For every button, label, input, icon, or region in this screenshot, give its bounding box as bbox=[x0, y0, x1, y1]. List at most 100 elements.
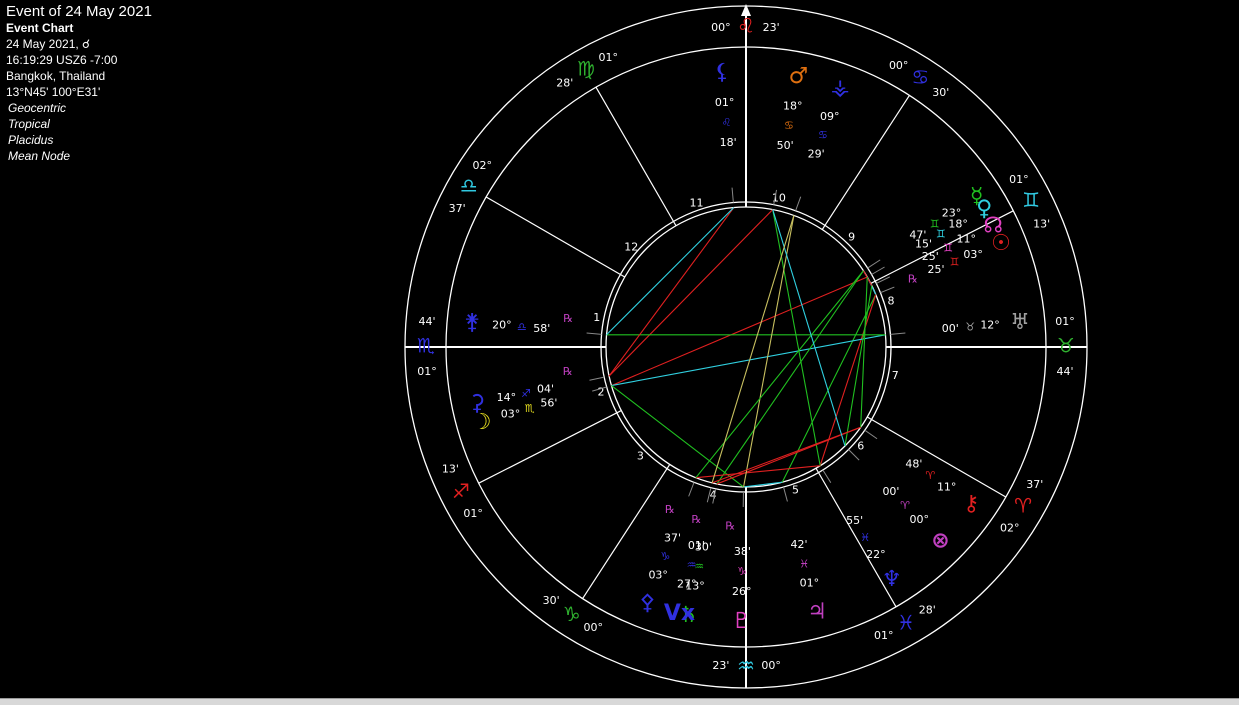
vertex-sign-icon: ♒ bbox=[687, 558, 697, 571]
cusp-minute: 44' bbox=[418, 315, 435, 328]
cusp-minute: 02° bbox=[473, 159, 493, 172]
aspect-line bbox=[696, 271, 864, 478]
cusp-degree: 01° bbox=[417, 365, 437, 378]
cusp-degree: 00° bbox=[761, 659, 781, 672]
cusp-degree: 01° bbox=[1009, 173, 1029, 186]
cusp-sign-icon: ♌ bbox=[737, 14, 755, 38]
node-minute: 25' bbox=[922, 250, 939, 263]
venus-degree: 18° bbox=[948, 218, 968, 231]
pallas-degree: 03° bbox=[648, 569, 668, 582]
aspect-line bbox=[861, 277, 868, 427]
lilith-sign-icon: ♌ bbox=[721, 116, 731, 129]
cusp-sign-icon: ♉ bbox=[1057, 334, 1075, 358]
vesta-minute: 29' bbox=[808, 147, 825, 160]
cusp-minute: 30' bbox=[543, 594, 560, 607]
mars-degree: 18° bbox=[783, 100, 803, 113]
uranus-glyph-icon: ♅ bbox=[1010, 310, 1030, 335]
house-11-number: 11 bbox=[690, 196, 704, 209]
vertex-degree: 27° bbox=[677, 578, 697, 591]
ceres-retrograde-icon: ℞ bbox=[563, 365, 573, 378]
aspect-line bbox=[773, 210, 845, 446]
house-cusp-line bbox=[486, 197, 625, 277]
cusp-degree: 28' bbox=[556, 76, 573, 89]
cusp-sign-icon: ♍ bbox=[577, 56, 595, 80]
cusp-minute: 01° bbox=[874, 629, 894, 642]
pluto-sign-icon: ♑ bbox=[737, 565, 747, 578]
house-cusp-line bbox=[596, 87, 676, 226]
aspect-line bbox=[611, 277, 867, 386]
aspect-line bbox=[609, 208, 734, 377]
node-sign-icon: ♊ bbox=[943, 241, 953, 254]
aspect-line bbox=[845, 286, 872, 446]
house-1-number: 1 bbox=[593, 311, 600, 324]
pluto-minute: 38' bbox=[734, 545, 751, 558]
jupiter-glyph-icon: ♃ bbox=[807, 600, 827, 625]
cusp-sign-icon: ♐ bbox=[452, 479, 470, 503]
chiron-degree: 11° bbox=[937, 481, 957, 494]
cusp-minute: 02° bbox=[1000, 521, 1020, 534]
house-9-number: 9 bbox=[848, 231, 855, 244]
aspect-line bbox=[782, 295, 876, 483]
vesta-glyph-icon: ⚶ bbox=[831, 76, 850, 101]
cusp-sign-icon: ♈ bbox=[1014, 494, 1032, 518]
fortune-glyph-icon: ⊗ bbox=[931, 528, 949, 553]
planet-tick bbox=[587, 333, 602, 334]
sun-degree: 03° bbox=[963, 248, 983, 261]
venus-sign-icon: ♊ bbox=[936, 228, 946, 241]
vertex-minute: 01' bbox=[688, 539, 705, 552]
pallas-glyph-icon: ⚴ bbox=[639, 591, 655, 616]
house-6-number: 6 bbox=[857, 440, 864, 453]
cusp-degree: 28' bbox=[919, 604, 936, 617]
cusp-minute: 13' bbox=[1033, 218, 1050, 231]
jupiter-degree: 01° bbox=[800, 577, 820, 590]
fortune-sign-icon: ♈ bbox=[900, 499, 910, 512]
pluto-retrograde-icon: ℞ bbox=[725, 519, 735, 532]
cusp-degree: 01° bbox=[1055, 315, 1075, 328]
planet-tick bbox=[589, 377, 604, 380]
cusp-sign-icon: ♋ bbox=[911, 65, 929, 89]
cusp-degree: 01° bbox=[463, 507, 483, 520]
lilith-minute: 18' bbox=[720, 136, 737, 149]
cusp-sign-icon: ♊ bbox=[1022, 188, 1040, 212]
jupiter-minute: 42' bbox=[791, 538, 808, 551]
planet-tick bbox=[784, 487, 788, 501]
cusp-degree: 00° bbox=[889, 59, 909, 72]
aspect-line bbox=[712, 215, 794, 482]
cusp-degree: 37' bbox=[449, 202, 466, 215]
cusp-minute: 13' bbox=[442, 462, 459, 475]
cusp-degree: 00° bbox=[711, 21, 731, 34]
vertex-glyph-icon: Vx bbox=[664, 601, 695, 626]
planet-tick bbox=[880, 287, 894, 293]
mars-glyph-icon: ♂ bbox=[789, 64, 809, 89]
pallas-retrograde-icon: ℞ bbox=[665, 503, 675, 516]
vesta-degree: 09° bbox=[820, 110, 840, 123]
lilith-glyph-icon: ⚸ bbox=[714, 60, 730, 85]
chart-wheel[interactable]: 109876543211211♌00°23'♋00°30'♊01°13'♉01°… bbox=[0, 0, 1239, 698]
chiron-sign-icon: ♈ bbox=[925, 469, 935, 482]
planet-tick bbox=[823, 470, 831, 483]
venus-minute: 15' bbox=[915, 238, 932, 251]
mars-minute: 50' bbox=[777, 139, 794, 152]
cusp-minute: 01° bbox=[598, 51, 618, 64]
sun-sign-icon: ♊ bbox=[950, 256, 960, 269]
ceres-sign-icon: ♐ bbox=[521, 387, 531, 400]
juno-sign-icon: ♎ bbox=[517, 320, 527, 333]
cusp-sign-icon: ♑ bbox=[563, 602, 581, 626]
neptune-sign-icon: ♓ bbox=[860, 531, 870, 544]
chiron-minute: 48' bbox=[905, 458, 922, 471]
juno-minute: 58' bbox=[533, 322, 550, 335]
fortune-minute: 00' bbox=[882, 485, 899, 498]
house-3-number: 3 bbox=[637, 449, 644, 462]
mars-sign-icon: ♋ bbox=[784, 119, 794, 132]
node-degree: 11° bbox=[956, 233, 976, 246]
ceres-glyph-icon: ⚳ bbox=[469, 391, 485, 416]
aspect-line bbox=[744, 215, 794, 487]
house-5-number: 5 bbox=[792, 484, 799, 497]
vesta-sign-icon: ♋ bbox=[818, 129, 828, 142]
aspect-ring bbox=[606, 207, 886, 487]
aspect-line bbox=[611, 335, 885, 386]
cusp-degree: 00° bbox=[584, 621, 604, 634]
ceres-minute: 04' bbox=[537, 383, 554, 396]
uranus-degree: 12° bbox=[980, 319, 1000, 332]
aspect-line bbox=[773, 210, 820, 466]
